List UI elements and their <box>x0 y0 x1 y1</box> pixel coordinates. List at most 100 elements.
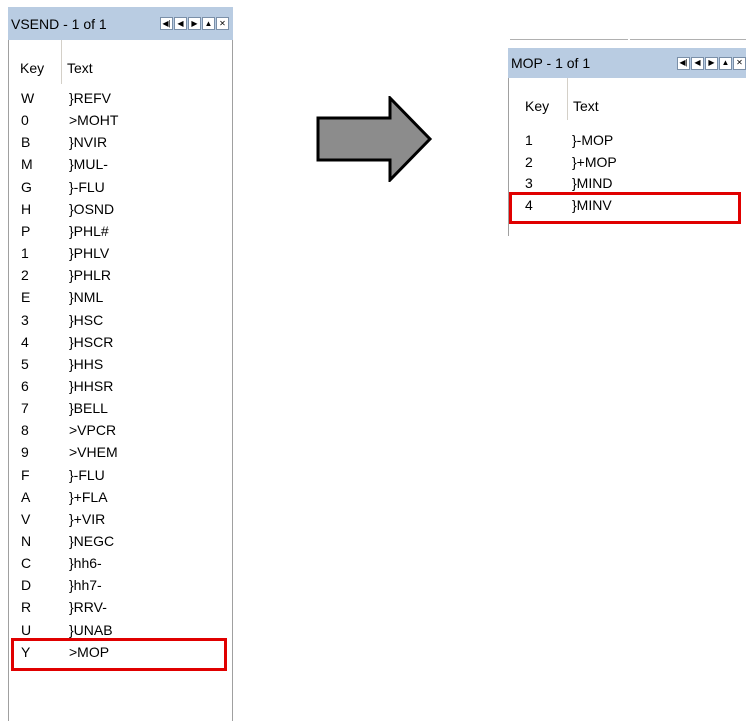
list-item[interactable]: N }NEGC <box>9 530 232 552</box>
vsend-window: VSEND - 1 of 1 ◀| ◀ ▶ ▲ ✕ Key Text W }REF… <box>8 7 233 721</box>
row-key: 0 <box>21 112 29 129</box>
row-key: F <box>21 466 30 483</box>
text-column-header[interactable]: Text <box>67 60 93 76</box>
list-item[interactable]: G }-FLU <box>9 176 232 198</box>
list-item[interactable]: D }hh7- <box>9 574 232 596</box>
row-key: V <box>21 510 31 527</box>
close-icon[interactable]: ✕ <box>733 56 746 70</box>
vsend-titlebar: VSEND - 1 of 1 ◀| ◀ ▶ ▲ ✕ <box>8 7 233 41</box>
list-item[interactable]: R }RRV- <box>9 596 232 618</box>
row-key: M <box>21 156 33 173</box>
row-text: }PHLR <box>69 267 112 284</box>
row-key: 2 <box>525 153 533 170</box>
row-key: 5 <box>21 355 29 372</box>
previous-icon[interactable]: ◀ <box>174 17 187 30</box>
next-icon[interactable]: ▶ <box>705 56 718 70</box>
list-item[interactable]: 1 }PHLV <box>9 242 232 264</box>
right-arrow-icon <box>316 96 433 182</box>
vsend-header-row: Key Text <box>9 40 232 84</box>
row-key: R <box>21 599 32 616</box>
row-key: 1 <box>21 245 29 262</box>
list-item[interactable]: E }NML <box>9 286 232 308</box>
list-item[interactable]: W }REFV <box>9 87 232 109</box>
row-text: }+VIR <box>69 510 106 527</box>
list-item[interactable]: 2 }PHLR <box>9 264 232 286</box>
vsend-list[interactable]: Key Text W }REFV 0 >MOHT B}NVIR M }MUL- G }-FLU H… <box>8 40 233 721</box>
text-column-header[interactable]: Text <box>573 98 599 114</box>
close-icon[interactable]: ✕ <box>216 17 229 30</box>
row-key: D <box>21 577 32 594</box>
list-item[interactable]: 7 }BELL <box>9 397 232 419</box>
mop-header-row: Key Text <box>509 78 746 120</box>
list-item[interactable]: B}NVIR <box>9 131 232 153</box>
row-key: 9 <box>21 444 29 461</box>
list-item[interactable]: C}hh6- <box>9 552 232 574</box>
row-key: A <box>21 488 31 505</box>
highlight-box <box>11 637 227 671</box>
list-item[interactable]: 8 >VPCR <box>9 419 232 441</box>
row-text: }+MOP <box>572 153 617 170</box>
list-item[interactable]: 2 }+MOP <box>509 152 746 174</box>
row-key: B <box>21 134 31 151</box>
row-text: }RRV- <box>69 599 107 616</box>
row-text: }PHLV <box>69 245 110 262</box>
list-item[interactable]: P }PHL# <box>9 220 232 242</box>
row-text: }-FLU <box>69 466 105 483</box>
row-text: }HSC <box>69 311 104 328</box>
row-text: }-MOP <box>572 132 614 148</box>
list-item[interactable]: 9 >VHEM <box>9 441 232 463</box>
first-page-icon[interactable]: ◀| <box>677 56 690 70</box>
row-text: >VHEM <box>69 444 118 461</box>
row-key: G <box>21 178 32 195</box>
vsend-nav-buttons: ◀| ◀ ▶ ▲ ✕ <box>160 17 229 30</box>
mop-titlebar: MOP - 1 of 1 ◀| ◀ ▶ ▲ ✕ <box>508 48 746 79</box>
previous-icon[interactable]: ◀ <box>691 56 704 70</box>
first-page-icon[interactable]: ◀| <box>160 17 173 30</box>
column-divider[interactable] <box>567 78 568 120</box>
list-item[interactable]: 0 >MOHT <box>9 109 232 131</box>
key-column-header[interactable]: Key <box>20 60 44 76</box>
window-edge <box>510 39 628 40</box>
list-item[interactable]: 1 }-MOP <box>509 130 746 152</box>
mop-title: MOP - 1 of 1 <box>511 55 591 71</box>
row-text: }hh7- <box>69 577 102 594</box>
row-text: }MUL- <box>69 156 108 173</box>
up-icon[interactable]: ▲ <box>719 56 732 70</box>
mop-nav-buttons: ◀| ◀ ▶ ▲ ✕ <box>677 56 746 70</box>
list-item[interactable]: M }MUL- <box>9 153 232 175</box>
row-text: }+FLA <box>69 488 108 505</box>
row-key: P <box>21 222 31 239</box>
row-key: 1 <box>525 132 533 148</box>
row-key: E <box>21 289 31 306</box>
row-text: }HSCR <box>69 333 114 350</box>
list-item[interactable]: 5}HHS <box>9 353 232 375</box>
key-column-header[interactable]: Key <box>525 98 549 114</box>
row-key: 7 <box>21 400 29 417</box>
up-icon[interactable]: ▲ <box>202 17 215 30</box>
list-item[interactable]: F }-FLU <box>9 464 232 486</box>
row-key: W <box>21 90 35 106</box>
list-item[interactable]: 3}HSC <box>9 309 232 331</box>
list-item[interactable]: 6}HHSR <box>9 375 232 397</box>
list-item[interactable]: 4}HSCR <box>9 331 232 353</box>
row-text: >VPCR <box>69 422 117 439</box>
row-text: }BELL <box>69 400 108 417</box>
column-divider[interactable] <box>61 40 62 84</box>
row-text: }NML <box>69 289 104 306</box>
row-text: }-FLU <box>69 178 105 195</box>
mop-list[interactable]: Key Text 1}-MOP 2}+MOP 3}MIND 4}MINV <box>508 78 746 236</box>
row-key: N <box>21 533 32 549</box>
list-item[interactable]: H}OSND <box>9 198 232 220</box>
row-text: }NEGC <box>69 533 115 549</box>
row-key: 2 <box>21 267 29 284</box>
list-item[interactable]: A }+FLA <box>9 486 232 508</box>
row-text: }PHL# <box>69 222 109 239</box>
list-item[interactable]: V }+VIR <box>9 508 232 530</box>
mop-window: MOP - 1 of 1 ◀| ◀ ▶ ▲ ✕ Key Text 1 }-MOP 2… <box>508 48 746 236</box>
highlight-box <box>509 191 741 224</box>
vsend-title: VSEND - 1 of 1 <box>11 15 107 32</box>
next-icon[interactable]: ▶ <box>188 17 201 30</box>
row-key: 8 <box>21 422 29 439</box>
row-text: }REFV <box>69 90 112 106</box>
row-key: 6 <box>21 377 29 394</box>
